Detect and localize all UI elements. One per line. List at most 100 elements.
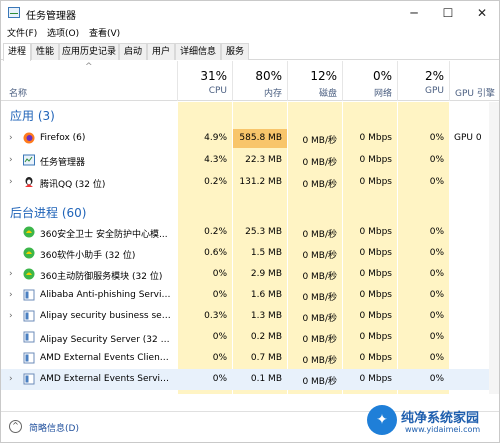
cpu-value: 0.6% (204, 248, 227, 258)
process-name: 360软件小助手 (32 位) (40, 251, 136, 261)
disk-value: 0 MB/秒 (302, 314, 337, 324)
group-label-apps: 应用 (3) (10, 109, 55, 123)
process-name: AMD External Events Client ... (40, 353, 172, 363)
header-network-percent: 0% (372, 69, 392, 83)
disk-value: 0 MB/秒 (302, 293, 337, 303)
header-memory-label: 内存 (263, 89, 282, 99)
expand-chevron-icon[interactable]: › (9, 177, 13, 187)
process-name: 360主动防御服务模块 (32 位) (40, 272, 163, 282)
expand-chevron-icon[interactable]: › (9, 269, 13, 279)
header-memory[interactable]: 80% 内存 (232, 61, 287, 101)
header-disk-percent: 12% (310, 69, 337, 83)
menu-view[interactable]: 查看(V) (89, 26, 120, 39)
fewer-details-link[interactable]: 简略信息(D) (29, 421, 79, 434)
tab-startup[interactable]: 启动 (119, 43, 147, 60)
menu-bar: 文件(F) 选项(O) 查看(V) (1, 25, 499, 41)
network-value: 0 Mbps (359, 248, 392, 258)
expand-chevron-icon[interactable]: › (9, 133, 13, 143)
network-value: 0 Mbps (359, 353, 392, 363)
table-row[interactable]: › Alipay security business servi... 0.3%… (1, 306, 499, 327)
service-icon (23, 331, 35, 343)
expand-chevron-icon[interactable]: › (9, 374, 13, 384)
process-name: Alibaba Anti-phishing Servic... (40, 290, 172, 300)
table-row[interactable]: › 360主动防御服务模块 (32 位) 0% 2.9 MB 0 MB/秒 0 … (1, 264, 499, 285)
cpu-value: 0% (212, 374, 227, 384)
process-name: AMD External Events Service... (40, 374, 172, 384)
tab-services[interactable]: 服务 (221, 43, 249, 60)
header-disk-label: 磁盘 (318, 89, 337, 99)
header-gpu-label: GPU (425, 86, 444, 96)
firefox-icon (23, 132, 35, 144)
menu-options[interactable]: 选项(O) (47, 26, 79, 39)
menu-file[interactable]: 文件(F) (7, 26, 37, 39)
tab-details[interactable]: 详细信息 (175, 43, 221, 60)
header-network-label: 网络 (373, 89, 392, 99)
tab-app-history[interactable]: 应用历史记录 (59, 43, 119, 60)
header-network[interactable]: 0% 网络 (342, 61, 397, 101)
service-icon (23, 310, 35, 322)
task-manager-app-icon (8, 7, 20, 18)
expand-chevron-icon[interactable]: › (9, 155, 13, 165)
process-name: Firefox (6) (40, 133, 86, 143)
table-row[interactable]: Alipay Security Server (32 位) 0% 0.2 MB … (1, 327, 499, 348)
cpu-value: 0% (212, 269, 227, 279)
network-value: 0 Mbps (359, 374, 392, 384)
table-row[interactable]: › Firefox (6) 4.9% 585.8 MB 0 MB/秒 0 Mbp… (1, 128, 499, 149)
cpu-value: 4.3% (204, 155, 227, 165)
gpu-value: 0% (429, 311, 444, 321)
tab-bar: 进程 性能 应用历史记录 启动 用户 详细信息 服务 (1, 41, 499, 61)
disk-value: 0 MB/秒 (302, 251, 337, 261)
network-value: 0 Mbps (359, 227, 392, 237)
collapse-up-icon[interactable]: ^ (9, 420, 22, 433)
task-manager-icon (23, 154, 35, 166)
gpu-value: 0% (429, 177, 444, 187)
network-value: 0 Mbps (359, 311, 392, 321)
memory-value: 25.3 MB (245, 227, 282, 237)
cpu-value: 0% (212, 290, 227, 300)
table-row-selected[interactable]: › AMD External Events Service... 0% 0.1 … (1, 369, 499, 390)
header-memory-percent: 80% (255, 69, 282, 83)
table-row[interactable]: AMD External Events Client ... 0% 0.7 MB… (1, 348, 499, 369)
table-row[interactable]: 360软件小助手 (32 位) 0.6% 1.5 MB 0 MB/秒 0 Mbp… (1, 243, 499, 264)
table-row[interactable]: 360安全卫士 安全防护中心模... 0.2% 25.3 MB 0 MB/秒 0… (1, 222, 499, 243)
process-name: Alipay security business servi... (40, 311, 172, 321)
disk-value: 0 MB/秒 (302, 272, 337, 282)
memory-value: 0.1 MB (250, 374, 282, 384)
header-name[interactable]: 名称 (9, 86, 27, 99)
memory-value: 22.3 MB (245, 155, 282, 165)
expand-chevron-icon[interactable]: › (9, 290, 13, 300)
memory-value: 585.8 MB (239, 133, 282, 143)
gpu-value: 0% (429, 374, 444, 384)
gpu-value: 0% (429, 155, 444, 165)
maximize-button[interactable]: ☐ (431, 1, 465, 25)
cpu-value: 0.2% (204, 227, 227, 237)
table-row[interactable]: › Alibaba Anti-phishing Servic... 0% 1.6… (1, 285, 499, 306)
tab-performance[interactable]: 性能 (31, 43, 59, 60)
process-name: 腾讯QQ (32 位) (40, 180, 106, 190)
header-gpu[interactable]: 2% GPU (397, 61, 449, 101)
group-label-background: 后台进程 (60) (10, 206, 87, 220)
close-button[interactable]: ✕ (465, 1, 499, 25)
minimize-button[interactable]: ─ (397, 1, 431, 25)
disk-value: 0 MB/秒 (302, 180, 337, 190)
header-cpu[interactable]: 31% CPU (177, 61, 232, 101)
gpu-value: 0% (429, 353, 444, 363)
expand-chevron-icon[interactable]: › (9, 311, 13, 321)
network-value: 0 Mbps (359, 269, 392, 279)
task-manager-window: 任务管理器 ─ ☐ ✕ 文件(F) 选项(O) 查看(V) 进程 性能 应用历史… (0, 0, 500, 443)
header-disk[interactable]: 12% 磁盘 (287, 61, 342, 101)
table-row[interactable]: › 任务管理器 4.3% 22.3 MB 0 MB/秒 0 Mbps 0% (1, 150, 499, 171)
memory-value: 1.5 MB (250, 248, 282, 258)
gpu-value: 0% (429, 269, 444, 279)
service-icon (23, 352, 35, 364)
memory-value: 131.2 MB (239, 177, 282, 187)
header-gpu-engine[interactable]: GPU 引擎 (449, 61, 499, 101)
tab-processes[interactable]: 进程 (3, 43, 31, 61)
vertical-scrollbar[interactable] (489, 102, 499, 394)
qq-icon (25, 177, 33, 187)
table-row[interactable]: › 腾讯QQ (32 位) 0.2% 131.2 MB 0 MB/秒 0 Mbp… (1, 172, 499, 193)
tab-users[interactable]: 用户 (147, 43, 175, 60)
title-bar: 任务管理器 ─ ☐ ✕ (1, 1, 499, 25)
disk-value: 0 MB/秒 (302, 356, 337, 366)
process-name: 任务管理器 (40, 158, 86, 168)
